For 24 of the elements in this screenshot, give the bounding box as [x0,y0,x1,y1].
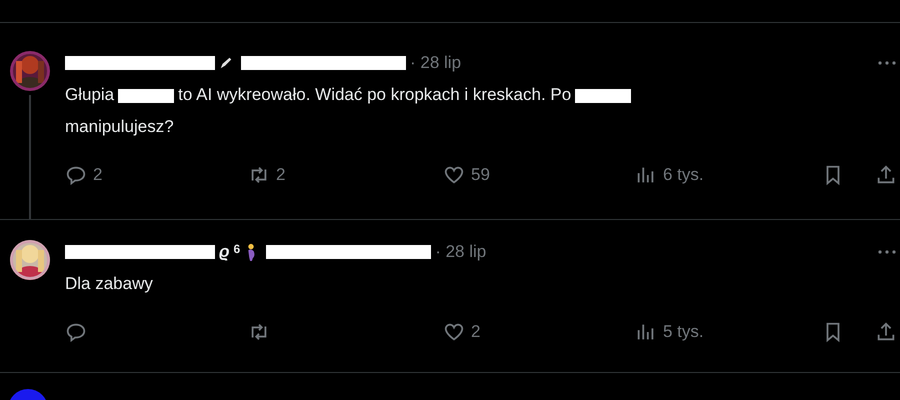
tweet-date[interactable]: · 28 lip [435,242,486,262]
tweet-text: Głupia [65,85,114,104]
like-icon[interactable] [443,321,465,343]
redaction-mark [575,88,632,103]
like-count: 2 [471,322,480,342]
name-superscript: 6 [234,242,240,256]
share-icon[interactable] [875,164,897,186]
display-name: ϱ [219,242,230,262]
share-icon[interactable] [875,321,897,343]
reply-count: 2 [93,165,102,185]
more-icon[interactable] [877,61,897,65]
reply-icon[interactable] [65,321,87,343]
tweet-text: manipulujesz? [65,117,174,136]
views-count: 5 tys. [663,322,704,342]
views-count: 6 tys. [663,165,704,185]
tweet-text: to AI wykreowało. Widać po kropkach i kreskach. Po [178,85,572,104]
redaction-mark [118,88,174,103]
tweet-text: Dla zabawy [65,274,153,293]
like-count: 59 [471,165,490,185]
more-icon[interactable] [877,250,897,254]
retweet-count: 2 [276,165,286,185]
reply-icon[interactable] [65,164,87,186]
tweet-date[interactable]: · 28 lip [410,53,462,73]
like-icon[interactable] [443,164,465,186]
